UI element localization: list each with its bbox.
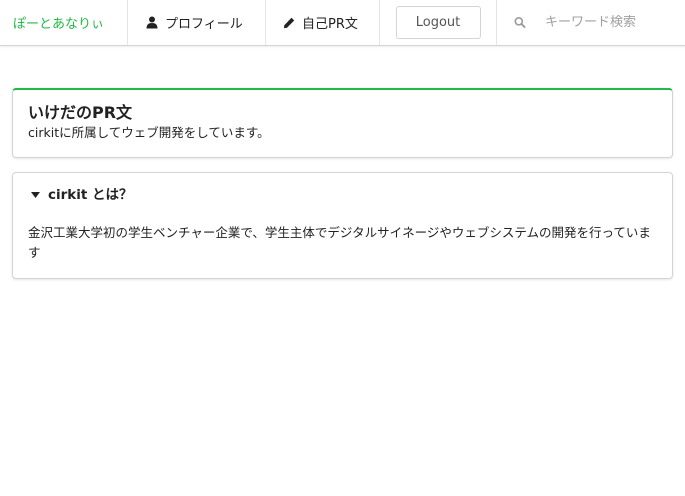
about-cirkit-title: cirkit とは？ bbox=[48, 187, 133, 203]
caret-down-icon bbox=[31, 192, 40, 198]
about-cirkit-toggle[interactable]: cirkit とは？ bbox=[28, 185, 657, 205]
about-cirkit-card: cirkit とは？ 金沢工業大学初の学生ベンチャー企業で、学生主体でデジタルサ… bbox=[12, 172, 673, 279]
self-pr-title: いけだのPR文 bbox=[28, 103, 133, 122]
pencil-icon bbox=[284, 17, 295, 28]
self-pr-description: cirkitに所属してウェブ開発をしています。 bbox=[28, 125, 270, 140]
about-cirkit-body: 金沢工業大学初の学生ベンチャー企業で、学生主体でデジタルサイネージやウェブシステ… bbox=[28, 225, 651, 260]
logout-button[interactable]: Logout bbox=[395, 6, 481, 39]
nav-item-profile[interactable]: プロフィール bbox=[128, 0, 266, 45]
nav-logout-container: Logout bbox=[380, 0, 497, 45]
search-input[interactable] bbox=[545, 15, 685, 30]
brand-label: ぽーとあなりぃ bbox=[13, 17, 105, 32]
nav-item-self-pr[interactable]: 自己PR文 bbox=[266, 0, 380, 45]
user-icon bbox=[146, 16, 158, 29]
top-navbar: ぽーとあなりぃ プロフィール 自己PR文 Logout bbox=[0, 0, 685, 46]
search-box bbox=[497, 0, 685, 45]
brand-link[interactable]: ぽーとあなりぃ bbox=[0, 0, 128, 45]
nav-item-self-pr-label: 自己PR文 bbox=[302, 17, 358, 32]
search-icon bbox=[514, 16, 526, 29]
nav-item-profile-label: プロフィール bbox=[165, 17, 243, 32]
self-pr-card: いけだのPR文 cirkitに所属してウェブ開発をしています。 bbox=[12, 88, 673, 158]
